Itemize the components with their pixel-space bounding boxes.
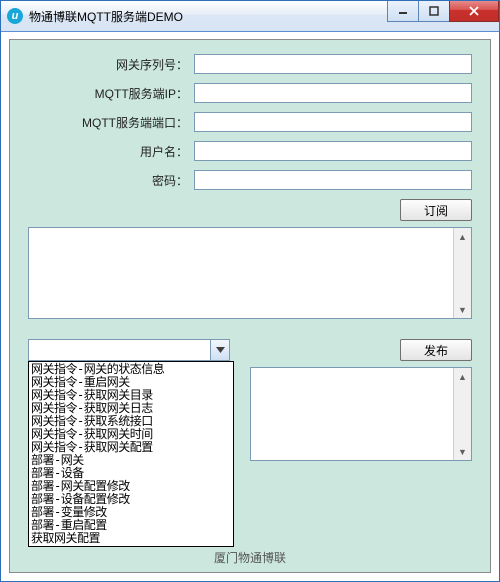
- username-label: 用户名：: [28, 143, 194, 160]
- command-dropdown[interactable]: 网关指令-网关的状态信息网关指令-重启网关网关指令-获取网关目录网关指令-获取网…: [28, 361, 234, 547]
- server-ip-label: MQTT服务端IP：: [28, 85, 194, 102]
- scroll-up-icon[interactable]: ▲: [454, 368, 471, 385]
- scroll-down-icon[interactable]: ▼: [454, 443, 471, 460]
- command-combobox[interactable]: [28, 339, 230, 361]
- gateway-sn-input[interactable]: [194, 54, 472, 74]
- combo-dropdown-button[interactable]: [210, 340, 229, 360]
- window-buttons: [388, 1, 499, 22]
- subscribe-button[interactable]: 订阅: [400, 199, 472, 221]
- app-window: u 物通博联MQTT服务端DEMO 网关序列号： MQTT服务端IP： MQTT…: [0, 0, 500, 582]
- close-button[interactable]: [449, 1, 499, 22]
- window-title: 物通博联MQTT服务端DEMO: [29, 8, 183, 25]
- footer-text: 厦门物通博联: [10, 549, 490, 566]
- scrollbar[interactable]: ▲ ▼: [453, 368, 471, 460]
- command-input[interactable]: [29, 340, 210, 360]
- app-icon: u: [7, 8, 23, 24]
- gateway-sn-label: 网关序列号：: [28, 56, 194, 73]
- server-ip-input[interactable]: [194, 83, 472, 103]
- titlebar[interactable]: u 物通博联MQTT服务端DEMO: [1, 1, 499, 32]
- client-area: 网关序列号： MQTT服务端IP： MQTT服务端端口： 用户名： 密码： 订阅…: [9, 39, 491, 573]
- scrollbar[interactable]: ▲ ▼: [453, 228, 471, 318]
- username-input[interactable]: [194, 141, 472, 161]
- publish-button[interactable]: 发布: [400, 339, 472, 361]
- scroll-down-icon[interactable]: ▼: [454, 301, 471, 318]
- publish-output[interactable]: ▲ ▼: [250, 367, 472, 461]
- scroll-up-icon[interactable]: ▲: [454, 228, 471, 245]
- password-label: 密码：: [28, 172, 194, 189]
- password-input[interactable]: [194, 170, 472, 190]
- server-port-input[interactable]: [194, 112, 472, 132]
- subscribe-output[interactable]: ▲ ▼: [28, 227, 472, 319]
- server-port-label: MQTT服务端端口：: [28, 114, 194, 131]
- maximize-button[interactable]: [418, 1, 450, 22]
- minimize-button[interactable]: [387, 1, 419, 22]
- dropdown-option[interactable]: 获取网关配置: [31, 532, 231, 545]
